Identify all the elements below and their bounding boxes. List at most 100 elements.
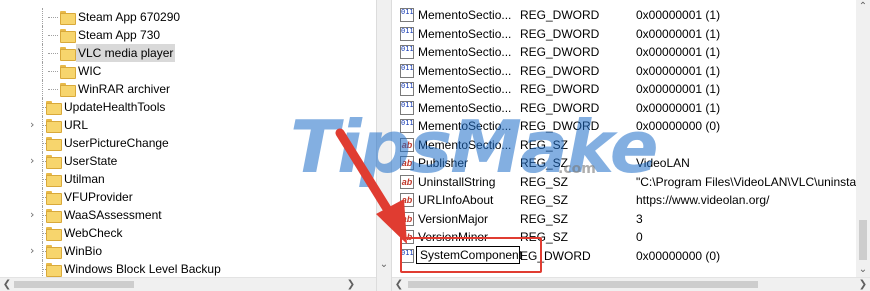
tree-item-label: WaaSAssessment [64, 208, 162, 222]
tree-item-label: WIC [78, 64, 102, 78]
value-data: https://www.videolan.org/ [636, 193, 770, 207]
tree-horizontal-scrollbar[interactable]: ❮ ❯ [0, 277, 376, 291]
chevron-right-icon[interactable]: › [30, 245, 40, 257]
value-row[interactable]: 011 110 MementoSectio... REG_DWORD 0x000000… [392, 43, 870, 61]
tree-item[interactable]: WinRAR archiver [0, 80, 360, 98]
scroll-left-icon[interactable]: ❮ [0, 278, 14, 291]
binary-value-icon: 011 110 [400, 8, 414, 22]
scroll-right-icon[interactable]: ❯ [856, 278, 870, 291]
values-scroll-thumb[interactable] [859, 220, 867, 260]
tree-item[interactable]: › UserState [0, 152, 360, 170]
tree-item[interactable]: WebCheck [0, 224, 360, 242]
string-value-icon: ab [400, 193, 414, 207]
tree-item[interactable]: Windows Block Level Backup [0, 260, 360, 278]
value-row[interactable]: 011 110 MementoSectio... REG_DWORD 0x000000… [392, 117, 870, 135]
value-row[interactable]: 011 110 MementoSectio... REG_DWORD 0x000000… [392, 99, 870, 117]
value-data: 0x00000001 (1) [636, 82, 721, 96]
value-data: 0 [636, 230, 643, 244]
folder-icon [46, 209, 62, 223]
value-row[interactable]: 011 110 MementoSectio... REG_DWORD 0x000000… [392, 62, 870, 80]
tree-guide-line [48, 89, 58, 90]
tree-item[interactable]: WIC [0, 62, 360, 80]
value-type: REG_SZ [520, 156, 569, 170]
value-data: 0x00000001 (1) [636, 27, 721, 41]
tree-item-label: WinRAR archiver [78, 82, 171, 96]
tree-item-label: UserPictureChange [64, 136, 169, 150]
scroll-left-icon[interactable]: ❮ [392, 278, 406, 291]
tree-item[interactable]: UpdateHealthTools [0, 98, 360, 116]
scroll-down-icon[interactable]: ⌄ [856, 263, 870, 277]
value-type: REG_DWORD [520, 27, 600, 41]
registry-key-tree[interactable]: Steam App 670290 Steam App 730 VLC media p… [0, 0, 376, 291]
scroll-up-icon[interactable]: ⌃ [856, 0, 870, 14]
folder-icon [46, 101, 62, 115]
tree-item-label: URL [64, 118, 89, 132]
value-type: REG_SZ [520, 138, 569, 152]
value-row[interactable]: 011 110 MementoSectio... REG_DWORD 0x000000… [392, 80, 870, 98]
value-name: MementoSectio... [418, 101, 512, 115]
binary-value-icon: 011 110 [400, 27, 414, 41]
value-type: REG_SZ [520, 212, 569, 226]
values-hscroll-thumb[interactable] [408, 281, 758, 288]
value-row[interactable]: 011 110 MementoSectio... REG_DWORD 0x000000… [392, 6, 870, 24]
tree-scroll-thumb[interactable] [14, 281, 134, 288]
value-name: MementoSectio... [418, 119, 512, 133]
chevron-right-icon[interactable]: › [30, 209, 40, 221]
tree-guide-line [48, 17, 58, 18]
tree-item[interactable]: Utilman [0, 170, 360, 188]
string-value-icon: ab [400, 156, 414, 170]
folder-icon [46, 245, 62, 259]
binary-value-icon: 011 110 [400, 119, 414, 133]
tree-item[interactable]: › WaaSAssessment [0, 206, 360, 224]
value-type: REG_SZ [520, 175, 569, 189]
pane-splitter[interactable]: ⌄ [376, 0, 392, 291]
value-name: MementoSectio... [418, 45, 512, 59]
value-type: REG_DWORD [520, 64, 600, 78]
value-row[interactable]: ab Publisher REG_SZ VideoLAN [392, 154, 870, 172]
value-name: MementoSectio... [418, 27, 512, 41]
tree-item[interactable]: › URL [0, 116, 360, 134]
value-data: 0x00000001 (1) [636, 8, 721, 22]
folder-icon [60, 47, 76, 61]
folder-icon [60, 83, 76, 97]
tree-guide-line [42, 26, 43, 44]
value-name: VersionMajor [418, 212, 489, 226]
value-type: REG_DWORD [520, 45, 600, 59]
value-name: URLInfoAbout [418, 193, 494, 207]
value-row[interactable]: ab UninstallString REG_SZ "C:\Program Files… [392, 173, 870, 191]
tree-item-label: Steam App 730 [78, 28, 161, 42]
tree-item[interactable]: › WinBio [0, 242, 360, 260]
scroll-right-icon[interactable]: ❯ [344, 278, 358, 291]
chevron-right-icon[interactable]: › [30, 119, 40, 131]
tree-item[interactable]: VFUProvider [0, 188, 360, 206]
chevron-right-icon[interactable]: › [30, 155, 40, 167]
value-data: 0x00000000 (0) [636, 249, 721, 263]
tree-guide-line [48, 35, 58, 36]
folder-icon [60, 29, 76, 43]
values-vertical-scrollbar[interactable]: ⌃ ⌄ [856, 0, 870, 277]
tree-item-label: VFUProvider [64, 190, 133, 204]
value-row[interactable]: ab URLInfoAbout REG_SZ https://www.videolan… [392, 191, 870, 209]
value-row[interactable]: ab VersionMajor REG_SZ 3 [392, 210, 870, 228]
value-data: 0x00000001 (1) [636, 101, 721, 115]
value-data: 0x00000001 (1) [636, 64, 721, 78]
value-data: 0x00000000 (0) [636, 119, 721, 133]
value-row[interactable]: ab MementoSectio... REG_SZ [392, 136, 870, 154]
folder-icon [46, 155, 62, 169]
folder-icon [46, 119, 62, 133]
value-row[interactable]: 011 110 MementoSectio... REG_DWORD 0x000000… [392, 25, 870, 43]
tree-item[interactable]: UserPictureChange [0, 134, 360, 152]
folder-icon [60, 11, 76, 25]
values-horizontal-scrollbar[interactable]: ❮ ❯ [392, 277, 870, 291]
value-name: MementoSectio... [418, 64, 512, 78]
tree-guide-line [42, 44, 43, 62]
folder-icon [46, 263, 62, 277]
value-name: UninstallString [418, 175, 496, 189]
string-value-icon: ab [400, 212, 414, 226]
tree-item[interactable]: Steam App 730 [0, 26, 360, 44]
value-name: MementoSectio... [418, 82, 512, 96]
tree-item-label: VLC media player [76, 44, 176, 62]
chevron-down-icon[interactable]: ⌄ [377, 258, 391, 272]
tree-item[interactable]: Steam App 670290 [0, 8, 360, 26]
tree-item[interactable]: VLC media player [0, 44, 360, 62]
